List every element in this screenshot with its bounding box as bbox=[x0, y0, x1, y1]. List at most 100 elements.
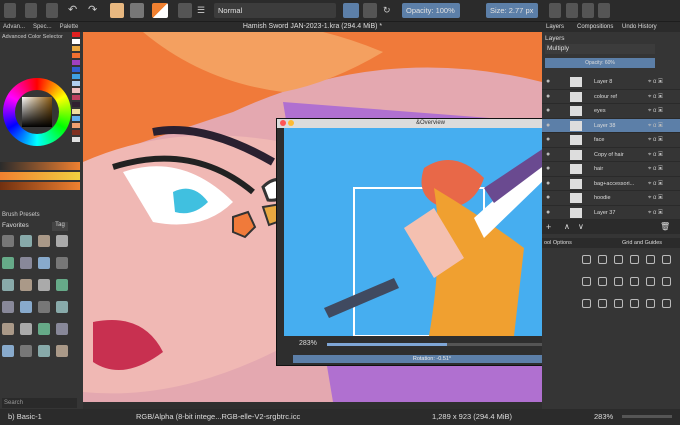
tab-layers[interactable]: Layers bbox=[546, 22, 564, 32]
open-folder-icon[interactable] bbox=[25, 3, 37, 18]
eraser-mode-icon[interactable] bbox=[343, 3, 359, 18]
brush-preset-tile[interactable] bbox=[56, 301, 68, 313]
tag-button[interactable]: Tag bbox=[52, 222, 68, 231]
brush-preset-tile[interactable] bbox=[2, 301, 14, 313]
palette-swatch[interactable] bbox=[72, 32, 80, 37]
tab-palette[interactable]: Palette bbox=[57, 22, 82, 32]
layer-properties-icons[interactable]: ⌖ α ▣ bbox=[648, 78, 676, 86]
brush-preset-tile[interactable] bbox=[56, 257, 68, 269]
canvas-only-icon[interactable] bbox=[598, 3, 610, 18]
layer-properties-icons[interactable]: ⌖ α ▣ bbox=[648, 136, 676, 144]
visibility-eye-icon[interactable]: ● bbox=[546, 177, 550, 191]
tool-icon[interactable] bbox=[582, 255, 591, 264]
brush-preset-tile[interactable] bbox=[2, 345, 14, 357]
layer-row[interactable]: ● Copy of hair ⌖ α ▣ bbox=[542, 148, 680, 162]
color-square[interactable] bbox=[22, 97, 52, 127]
tag-select[interactable]: Favorites bbox=[2, 222, 52, 232]
move-layer-up-icon[interactable]: ∧ bbox=[564, 222, 570, 231]
visibility-eye-icon[interactable]: ● bbox=[546, 148, 550, 162]
tool-icon[interactable] bbox=[630, 299, 639, 308]
visibility-eye-icon[interactable]: ● bbox=[546, 75, 550, 89]
palette-swatch[interactable] bbox=[72, 109, 80, 114]
visibility-eye-icon[interactable]: ● bbox=[546, 162, 550, 176]
blend-mode-select[interactable]: Normal bbox=[214, 3, 336, 18]
brush-preset-tile[interactable] bbox=[20, 323, 32, 335]
brush-preset-tile[interactable] bbox=[56, 323, 68, 335]
palette-swatch[interactable] bbox=[72, 137, 80, 142]
palette-swatch[interactable] bbox=[72, 130, 80, 135]
brush-preset-tile[interactable] bbox=[38, 323, 50, 335]
tool-icon[interactable] bbox=[662, 277, 671, 286]
layer-row[interactable]: ● hoodie ⌖ α ▣ bbox=[542, 191, 680, 206]
layer-properties-icons[interactable]: ⌖ α ▣ bbox=[648, 107, 676, 115]
tool-icon[interactable] bbox=[614, 299, 623, 308]
layer-row[interactable]: ● hair ⌖ α ▣ bbox=[542, 162, 680, 177]
move-layer-down-icon[interactable]: ∨ bbox=[578, 222, 584, 231]
layer-opacity-slider[interactable]: Opacity: 60% bbox=[545, 58, 655, 68]
brush-preset-tile[interactable] bbox=[20, 301, 32, 313]
add-layer-icon[interactable]: + bbox=[546, 222, 551, 232]
brush-preset-tile[interactable] bbox=[56, 345, 68, 357]
palette-swatch[interactable] bbox=[72, 116, 80, 121]
preserve-alpha-icon[interactable] bbox=[363, 3, 377, 18]
rotation-slider[interactable]: Rotation: -0.51° bbox=[293, 355, 571, 363]
tool-icon[interactable] bbox=[646, 277, 655, 286]
brush-preset-tile[interactable] bbox=[2, 279, 14, 291]
foreground-background-color-icon[interactable] bbox=[152, 3, 168, 18]
tool-icon[interactable] bbox=[582, 277, 591, 286]
tool-icon[interactable] bbox=[598, 299, 607, 308]
brush-preset-tile[interactable] bbox=[20, 257, 32, 269]
zoom-slider[interactable] bbox=[327, 343, 575, 346]
layer-row[interactable]: ● colour ref ⌖ α ▣ bbox=[542, 90, 680, 104]
tab-compositions[interactable]: Compositions bbox=[577, 22, 613, 32]
layer-row[interactable]: ● Layer 37 ⌖ α ▣ bbox=[542, 206, 680, 220]
layer-properties-icons[interactable]: ⌖ α ▣ bbox=[648, 122, 676, 130]
layer-properties-icons[interactable]: ⌖ α ▣ bbox=[648, 151, 676, 159]
palette-swatch[interactable] bbox=[72, 88, 80, 93]
brush-preset-tile[interactable] bbox=[38, 279, 50, 291]
mirror-horizontal-icon[interactable] bbox=[549, 3, 561, 18]
mirror-vertical-icon[interactable] bbox=[566, 3, 578, 18]
minimize-icon[interactable] bbox=[288, 120, 294, 126]
tool-icon[interactable] bbox=[614, 277, 623, 286]
color-wheel[interactable] bbox=[3, 78, 71, 146]
palette-swatch[interactable] bbox=[72, 95, 80, 100]
gradient-swatch-icon[interactable] bbox=[110, 3, 124, 18]
layer-row[interactable]: ● face ⌖ α ▣ bbox=[542, 133, 680, 148]
palette-swatch[interactable] bbox=[72, 60, 80, 65]
brush-preset-tile[interactable] bbox=[38, 257, 50, 269]
visibility-eye-icon[interactable]: ● bbox=[546, 133, 550, 147]
brush-preset-tile[interactable] bbox=[2, 323, 14, 335]
visibility-eye-icon[interactable]: ● bbox=[546, 119, 550, 133]
palette-swatch[interactable] bbox=[72, 67, 80, 72]
brush-preset-tile[interactable] bbox=[56, 235, 68, 247]
save-icon[interactable] bbox=[46, 3, 58, 18]
brush-preset-icon[interactable] bbox=[178, 3, 192, 18]
search-input[interactable]: Search bbox=[2, 398, 77, 408]
layer-row[interactable]: ● eyes ⌖ α ▣ bbox=[542, 104, 680, 119]
reload-preset-icon[interactable]: ↻ bbox=[383, 3, 395, 18]
palette-swatch[interactable] bbox=[72, 81, 80, 86]
delete-layer-icon[interactable]: 🗑 bbox=[660, 222, 670, 231]
tool-icon[interactable] bbox=[630, 277, 639, 286]
layer-blend-mode-select[interactable]: Multiply bbox=[545, 44, 655, 54]
zoom-status-slider[interactable] bbox=[622, 415, 672, 418]
tool-icon[interactable] bbox=[646, 299, 655, 308]
layer-properties-icons[interactable]: ⌖ α ▣ bbox=[648, 194, 676, 202]
layer-properties-icons[interactable]: ⌖ α ▣ bbox=[648, 93, 676, 101]
brush-preset-tile[interactable] bbox=[38, 235, 50, 247]
tool-icon[interactable] bbox=[662, 299, 671, 308]
redo-icon[interactable]: ↷ bbox=[88, 3, 98, 18]
size-slider[interactable]: Size: 2.77 px bbox=[486, 3, 538, 18]
palette-swatch[interactable] bbox=[72, 39, 80, 44]
pattern-swatch-icon[interactable] bbox=[130, 3, 144, 18]
color-history-bar[interactable] bbox=[0, 182, 80, 190]
layer-row[interactable]: ● Layer 8 ⌖ α ▣ bbox=[542, 75, 680, 90]
tool-icon[interactable] bbox=[598, 277, 607, 286]
tab-tool-options[interactable]: ool Options bbox=[544, 238, 572, 248]
palette-swatch[interactable] bbox=[72, 53, 80, 58]
brush-preset-tile[interactable] bbox=[38, 301, 50, 313]
tool-icon[interactable] bbox=[598, 255, 607, 264]
close-icon[interactable] bbox=[280, 120, 286, 126]
layer-properties-icons[interactable]: ⌖ α ▣ bbox=[648, 209, 676, 217]
